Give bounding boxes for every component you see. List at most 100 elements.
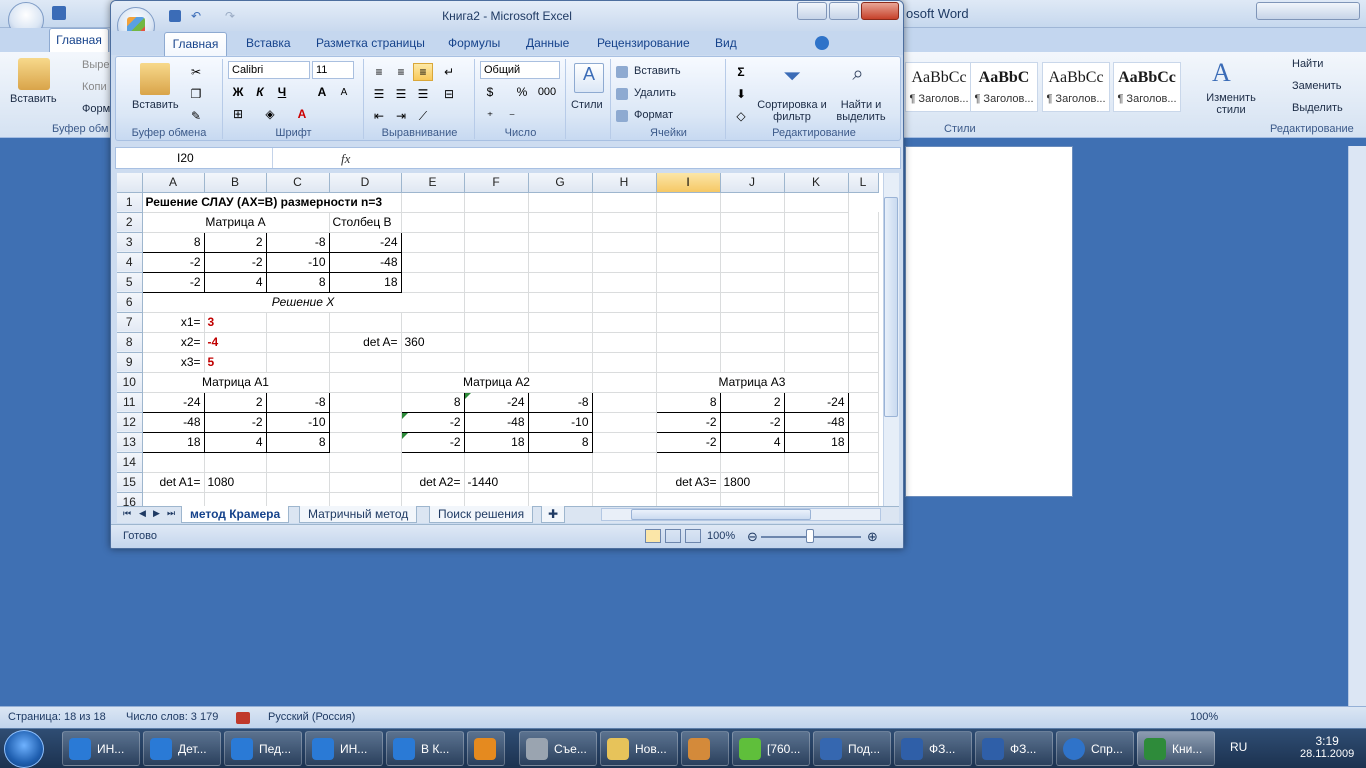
cell[interactable]: [528, 472, 593, 493]
tab-data[interactable]: Данные: [526, 36, 569, 50]
align-right-icon[interactable]: ☰: [413, 85, 433, 103]
column-header[interactable]: F: [464, 173, 529, 193]
det-a-value[interactable]: 360: [401, 332, 465, 353]
matrix-a-cell[interactable]: -2: [141, 271, 205, 293]
matrix-a-cell[interactable]: 2: [203, 231, 267, 253]
maximize-button[interactable]: [829, 2, 859, 20]
row-header[interactable]: 10: [117, 372, 143, 393]
matrix-a3-cell[interactable]: -48: [783, 411, 849, 433]
cell[interactable]: [464, 292, 529, 313]
start-button[interactable]: [4, 730, 44, 768]
page-break-view-icon[interactable]: [685, 529, 701, 543]
cell[interactable]: [592, 372, 657, 393]
cell[interactable]: [848, 312, 879, 333]
styles-icon[interactable]: A: [574, 63, 604, 93]
row-header[interactable]: 14: [117, 452, 143, 473]
matrix-a3-cell[interactable]: 4: [719, 431, 785, 453]
cell[interactable]: [720, 292, 785, 313]
x-label-cell[interactable]: x3=: [142, 352, 205, 373]
taskbar-item-excel[interactable]: Кни...: [1137, 731, 1215, 766]
cell[interactable]: [528, 292, 593, 313]
word-paste-button[interactable]: Вставить: [10, 93, 57, 105]
taskbar-item-word-1[interactable]: ФЗ...: [894, 731, 972, 766]
cut-icon[interactable]: ✂: [186, 63, 206, 81]
language-indicator[interactable]: RU: [1230, 740, 1247, 754]
word-page-count[interactable]: Страница: 18 из 18: [8, 711, 106, 723]
matrix-a3-cell[interactable]: -2: [655, 411, 721, 433]
cell[interactable]: [592, 232, 657, 253]
column-b-cell[interactable]: 18: [328, 271, 402, 293]
sheet-tab-solver[interactable]: Поиск решения: [429, 506, 534, 523]
worksheet-table[interactable]: A B C D E F G H I J K L 1 Решение СЛАУ (…: [117, 173, 879, 508]
cell[interactable]: [784, 212, 849, 233]
cell[interactable]: [329, 312, 402, 333]
matrix-a3-cell[interactable]: 18: [783, 431, 849, 453]
row-header[interactable]: 2: [117, 212, 143, 233]
row-header[interactable]: 5: [117, 272, 143, 293]
cell[interactable]: [266, 452, 330, 473]
matrix-a1-cell[interactable]: 8: [265, 431, 330, 453]
format-painter-icon[interactable]: ✎: [186, 107, 206, 125]
cell[interactable]: [656, 332, 721, 353]
next-sheet-icon[interactable]: ▶: [153, 508, 160, 519]
cell[interactable]: [528, 332, 593, 353]
cell[interactable]: [528, 272, 593, 293]
cell[interactable]: [720, 212, 785, 233]
clear-icon[interactable]: ◇: [731, 107, 751, 125]
word-document-page[interactable]: [905, 146, 1073, 497]
word-window-controls[interactable]: [1256, 2, 1360, 20]
matrix-a1-cell[interactable]: -2: [203, 411, 267, 433]
cell[interactable]: [528, 252, 593, 273]
cell[interactable]: [528, 452, 593, 473]
cell[interactable]: [656, 252, 721, 273]
vertical-scroll-thumb[interactable]: [884, 197, 898, 417]
x-value-cell[interactable]: 3: [204, 312, 267, 333]
det-a2-label[interactable]: det A2=: [401, 472, 465, 493]
cell[interactable]: [329, 372, 402, 393]
taskbar-item-ie-1[interactable]: ИН...: [62, 731, 140, 766]
cell[interactable]: [592, 432, 657, 453]
cell[interactable]: [401, 312, 465, 333]
cell[interactable]: [784, 472, 849, 493]
matrix-a2-cell[interactable]: 8: [400, 391, 465, 413]
cell[interactable]: [592, 352, 657, 373]
column-header[interactable]: E: [401, 173, 465, 193]
cell[interactable]: [528, 312, 593, 333]
cell[interactable]: [266, 312, 330, 333]
cell[interactable]: [656, 212, 721, 233]
tab-home[interactable]: Главная: [164, 32, 227, 56]
align-left-icon[interactable]: ☰: [369, 85, 389, 103]
cell[interactable]: [784, 352, 849, 373]
matrix-a-cell[interactable]: 8: [141, 231, 205, 253]
tab-page-layout[interactable]: Разметка страницы: [316, 36, 425, 50]
taskbar-item-media[interactable]: [467, 731, 505, 766]
row-header[interactable]: 11: [117, 392, 143, 413]
tab-insert[interactable]: Вставка: [246, 36, 291, 50]
column-header-selected[interactable]: I: [656, 173, 721, 193]
cell[interactable]: [720, 452, 785, 473]
align-center-icon[interactable]: ☰: [391, 85, 411, 103]
det-a-label[interactable]: det A=: [329, 332, 402, 353]
matrix-a2-cell[interactable]: -2: [400, 431, 465, 453]
cell[interactable]: [592, 212, 657, 233]
cell[interactable]: [592, 412, 657, 433]
matrix-a1-cell[interactable]: 4: [203, 431, 267, 453]
tab-view[interactable]: Вид: [715, 36, 737, 50]
column-b-cell[interactable]: -24: [328, 231, 402, 253]
cell[interactable]: [656, 272, 721, 293]
cell[interactable]: [266, 332, 330, 353]
column-b-cell[interactable]: -48: [328, 251, 402, 273]
italic-button[interactable]: К: [250, 83, 270, 101]
cell[interactable]: [784, 312, 849, 333]
cell[interactable]: [784, 232, 849, 253]
cell[interactable]: [720, 252, 785, 273]
grow-font-button[interactable]: A: [312, 83, 332, 101]
orientation-icon[interactable]: ⟋: [413, 107, 433, 125]
taskbar-item-help[interactable]: Спр...: [1056, 731, 1134, 766]
matrix-a-cell[interactable]: -2: [203, 251, 267, 273]
name-box[interactable]: I20: [117, 148, 273, 168]
borders-icon[interactable]: ⊞: [228, 105, 248, 123]
font-size-combo[interactable]: 11: [312, 61, 354, 79]
taskbar-item-app[interactable]: [760...: [732, 731, 810, 766]
word-paste-icon[interactable]: [18, 58, 50, 90]
